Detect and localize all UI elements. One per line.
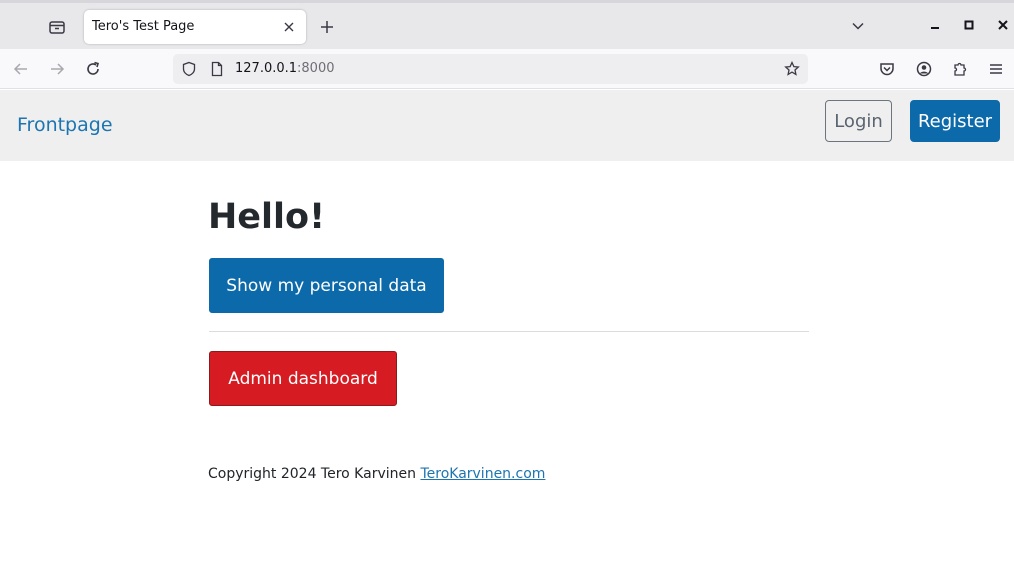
frontpage-link[interactable]: Frontpage [17, 114, 113, 136]
show-personal-data-button[interactable]: Show my personal data [209, 258, 444, 313]
tab-title: Tero's Test Page [92, 19, 195, 34]
puzzle-icon[interactable] [949, 58, 971, 80]
browser-tab-bar: Tero's Test Page [0, 0, 1014, 49]
login-button[interactable]: Login [825, 100, 892, 142]
star-icon[interactable] [782, 59, 802, 79]
site-header: Frontpage Login Register [0, 90, 1014, 161]
register-button[interactable]: Register [910, 100, 1000, 142]
footer-link[interactable]: TeroKarvinen.com [420, 466, 545, 482]
divider [209, 331, 809, 332]
chevron-down-icon[interactable] [846, 14, 870, 38]
page-heading: Hello! [208, 197, 326, 237]
admin-dashboard-button[interactable]: Admin dashboard [209, 351, 397, 406]
pocket-icon[interactable] [876, 58, 898, 80]
shield-icon[interactable] [179, 59, 199, 79]
minimize-icon[interactable] [924, 14, 946, 36]
close-icon[interactable] [280, 18, 298, 36]
browser-tab[interactable]: Tero's Test Page [84, 10, 306, 44]
account-icon[interactable] [913, 58, 935, 80]
url-text[interactable]: 127.0.0.1:8000 [235, 61, 335, 76]
url-host: 127.0.0.1 [235, 61, 298, 76]
url-port: :8000 [297, 61, 335, 76]
hamburger-menu-icon[interactable] [985, 58, 1007, 80]
tab-list-icon[interactable] [44, 14, 70, 40]
maximize-icon[interactable] [958, 14, 980, 36]
forward-arrow-icon[interactable] [45, 57, 69, 81]
navigation-toolbar: 127.0.0.1:8000 [0, 49, 1014, 89]
footer: Copyright 2024 Tero Karvinen TeroKarvine… [208, 466, 545, 482]
url-bar[interactable]: 127.0.0.1:8000 [173, 54, 808, 84]
window-close-icon[interactable] [992, 14, 1014, 36]
back-arrow-icon[interactable] [9, 57, 33, 81]
tab-bar-top-strip [0, 0, 1014, 3]
new-tab-plus-icon[interactable] [316, 16, 338, 38]
footer-copyright: Copyright 2024 Tero Karvinen [208, 466, 421, 482]
page-icon[interactable] [207, 59, 227, 79]
reload-icon[interactable] [81, 57, 105, 81]
